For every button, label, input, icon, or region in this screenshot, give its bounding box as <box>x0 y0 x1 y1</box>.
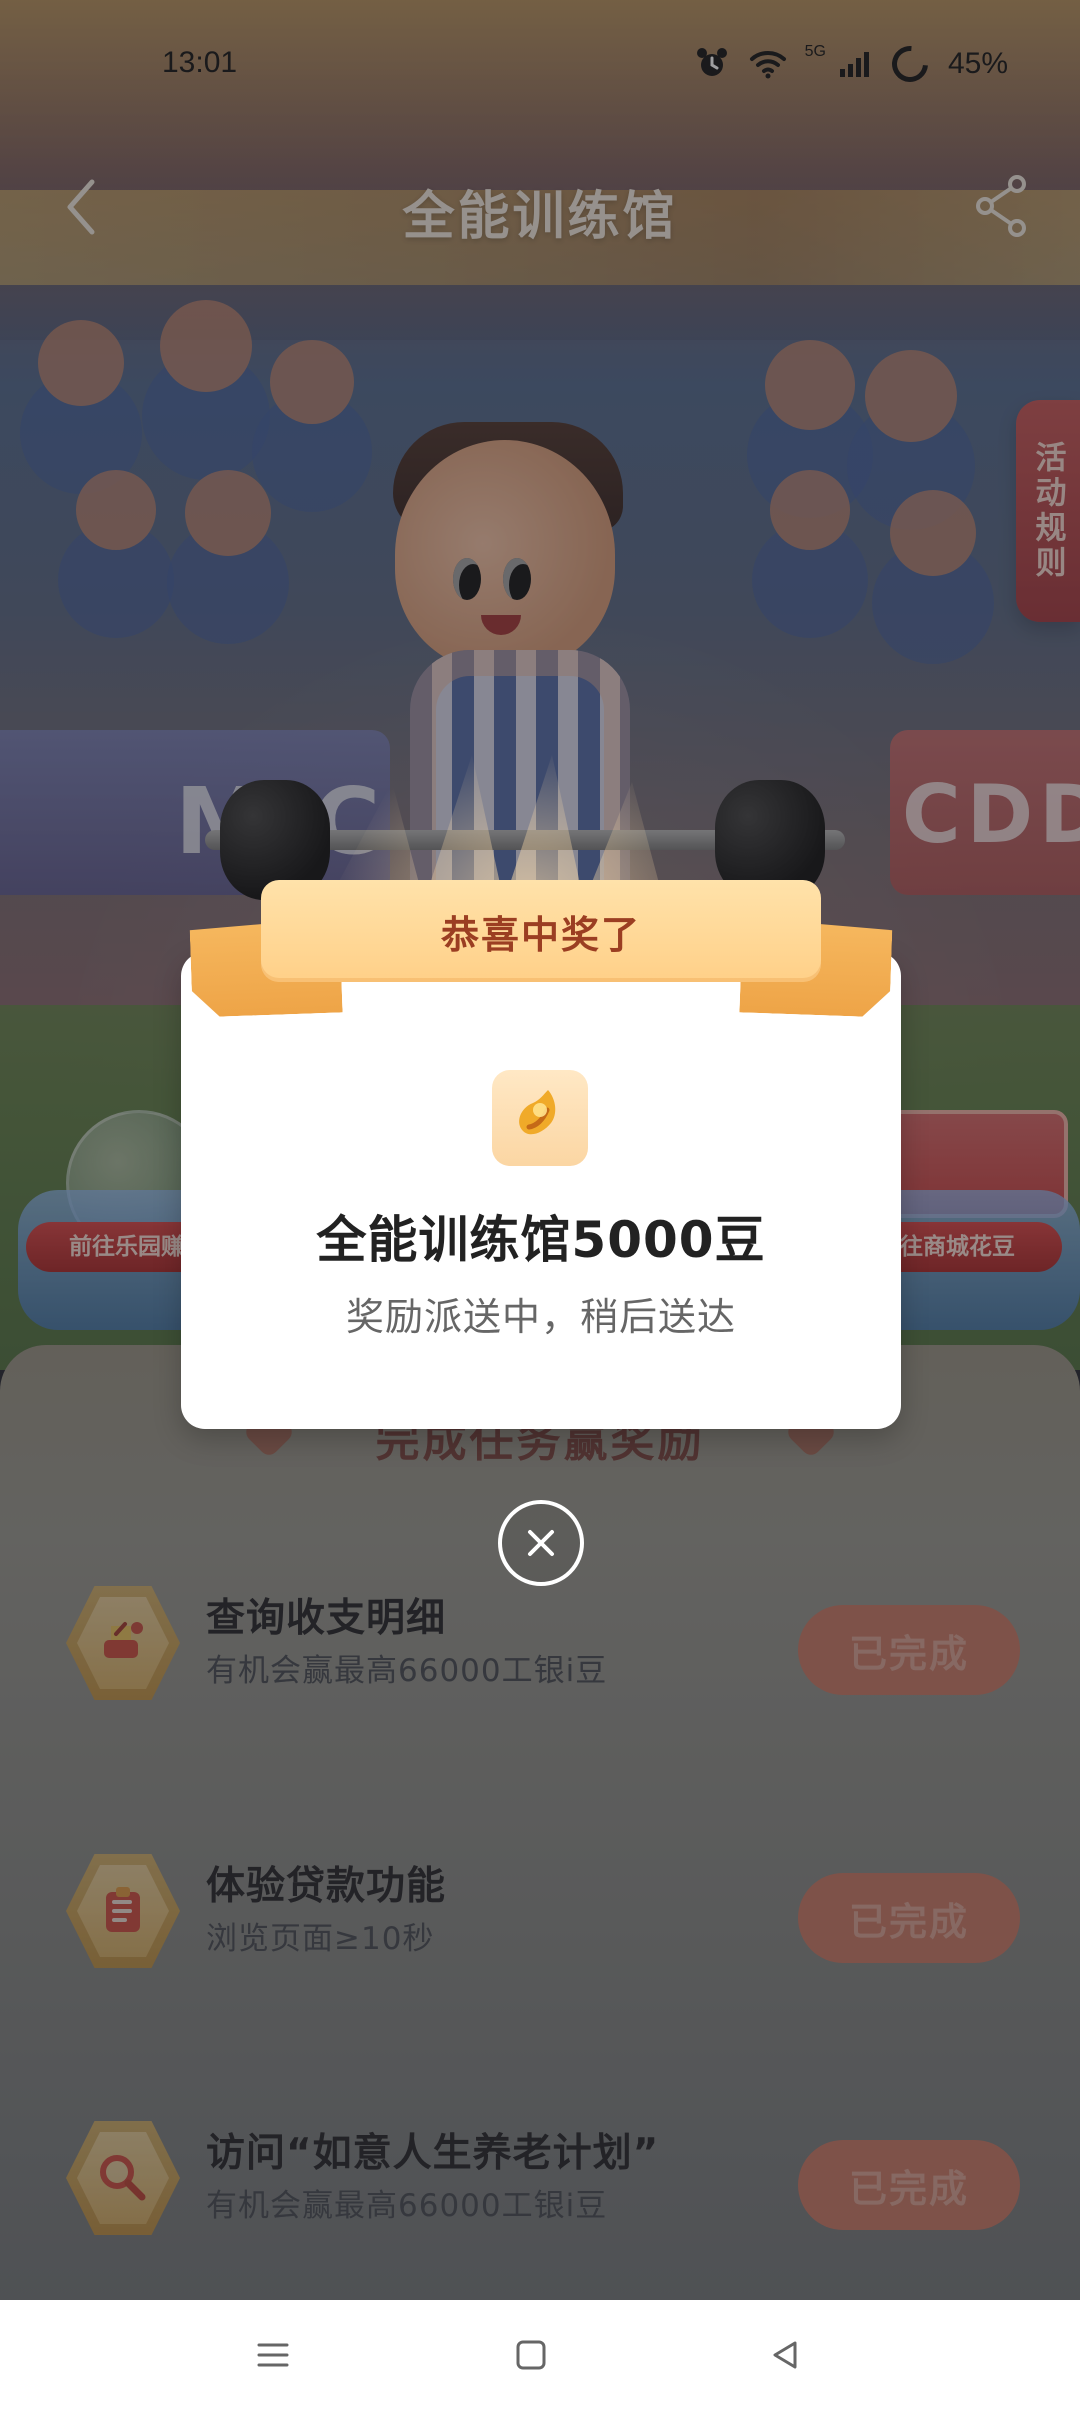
menu-icon <box>257 2343 289 2367</box>
back-nav-button[interactable] <box>760 2330 810 2380</box>
prize-title: 全能训练馆5000豆 <box>316 1211 766 1269</box>
prize-modal: 全能训练馆5000豆 奖励派送中，稍后送达 <box>181 952 901 1429</box>
activity-screen: MIC CDD 前往乐园赚豆 前往商城花豆 13:0 <box>0 0 1080 2412</box>
bean-icon <box>492 1070 588 1166</box>
banner-title: 恭喜中奖了 <box>440 913 641 957</box>
close-icon <box>528 1530 554 1556</box>
home-button[interactable] <box>506 2330 556 2380</box>
back-triangle-icon <box>773 2341 797 2369</box>
system-navigation-bar <box>0 2300 1080 2412</box>
prize-subtitle: 奖励派送中，稍后送达 <box>345 1295 736 1339</box>
close-button[interactable] <box>498 1500 584 1586</box>
modal-banner: 恭喜中奖了 <box>201 880 881 1020</box>
home-icon <box>516 2340 546 2370</box>
menu-button[interactable] <box>248 2330 298 2380</box>
banner-ribbon: 恭喜中奖了 <box>261 880 821 982</box>
